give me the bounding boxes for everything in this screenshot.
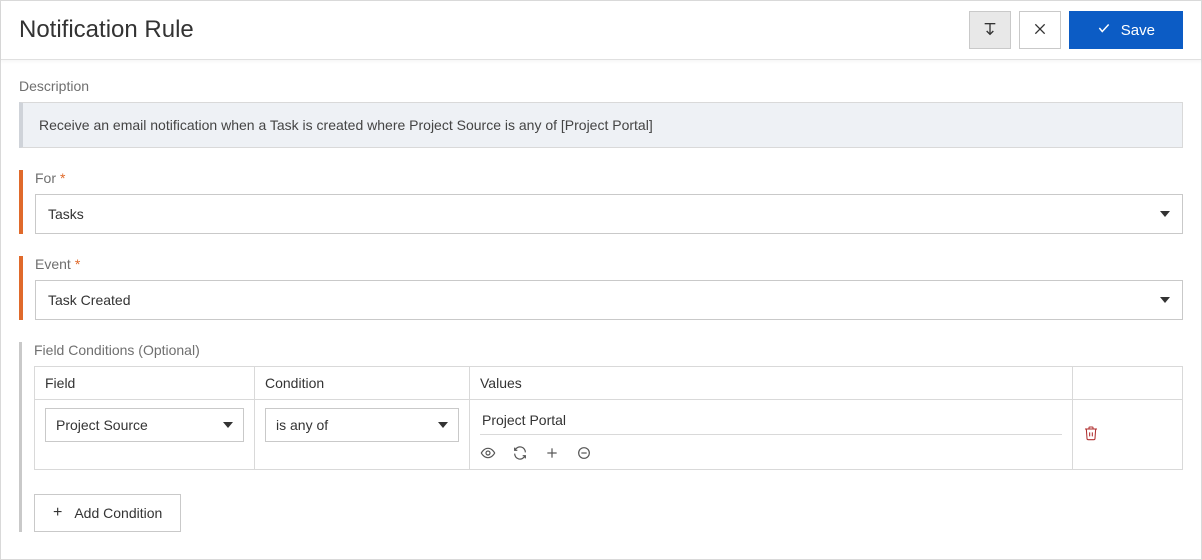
caret-down-icon [1160,211,1170,217]
event-select-value: Task Created [48,292,130,308]
value-action-icons [480,435,1062,461]
eye-icon[interactable] [480,445,496,461]
header-actions: Save [969,11,1183,49]
for-field-group: For * Tasks [19,170,1183,234]
required-asterisk: * [60,170,65,186]
add-condition-button[interactable]: + Add Condition [34,494,181,532]
minus-circle-icon[interactable] [576,445,592,461]
field-conditions-label: Field Conditions (Optional) [34,342,1183,358]
caret-down-icon [1160,297,1170,303]
conditions-table: Field Condition Values Project Source [34,366,1183,470]
save-button[interactable]: Save [1069,11,1183,49]
for-select[interactable]: Tasks [35,194,1183,234]
add-condition-label: Add Condition [74,505,162,521]
required-asterisk: * [75,256,80,272]
check-icon [1097,21,1111,39]
condition-operator-select[interactable]: is any of [265,408,459,442]
col-header-actions [1073,367,1183,400]
page-title: Notification Rule [19,16,194,44]
col-header-condition: Condition [255,367,470,400]
plus-icon[interactable] [544,445,560,461]
event-label: Event * [35,256,1183,272]
plus-icon: + [53,505,62,521]
page-header: Notification Rule [1,1,1201,60]
event-field-group: Event * Task Created [19,256,1183,320]
description-label: Description [19,78,1183,94]
condition-field-value: Project Source [56,417,148,433]
close-icon [1032,21,1048,40]
for-label: For * [35,170,1183,186]
import-export-button[interactable] [969,11,1011,49]
trash-icon[interactable] [1083,424,1099,442]
description-text: Receive an email notification when a Tas… [39,117,653,133]
caret-down-icon [438,422,448,428]
table-row: Project Source is any of Project Portal [35,400,1183,470]
refresh-icon[interactable] [512,445,528,461]
description-box: Receive an email notification when a Tas… [19,102,1183,148]
condition-value-input[interactable]: Project Portal [480,408,1062,435]
import-export-icon [982,21,998,40]
condition-field-select[interactable]: Project Source [45,408,244,442]
event-select[interactable]: Task Created [35,280,1183,320]
for-select-value: Tasks [48,206,84,222]
col-header-field: Field [35,367,255,400]
table-header-row: Field Condition Values [35,367,1183,400]
condition-operator-value: is any of [276,417,328,433]
event-label-text: Event [35,256,71,272]
field-conditions-group: Field Conditions (Optional) Field Condit… [19,342,1183,532]
col-header-values: Values [470,367,1073,400]
condition-value-text: Project Portal [482,412,566,428]
content-area: Description Receive an email notificatio… [1,60,1201,550]
close-button[interactable] [1019,11,1061,49]
save-button-label: Save [1121,22,1155,39]
for-label-text: For [35,170,56,186]
caret-down-icon [223,422,233,428]
